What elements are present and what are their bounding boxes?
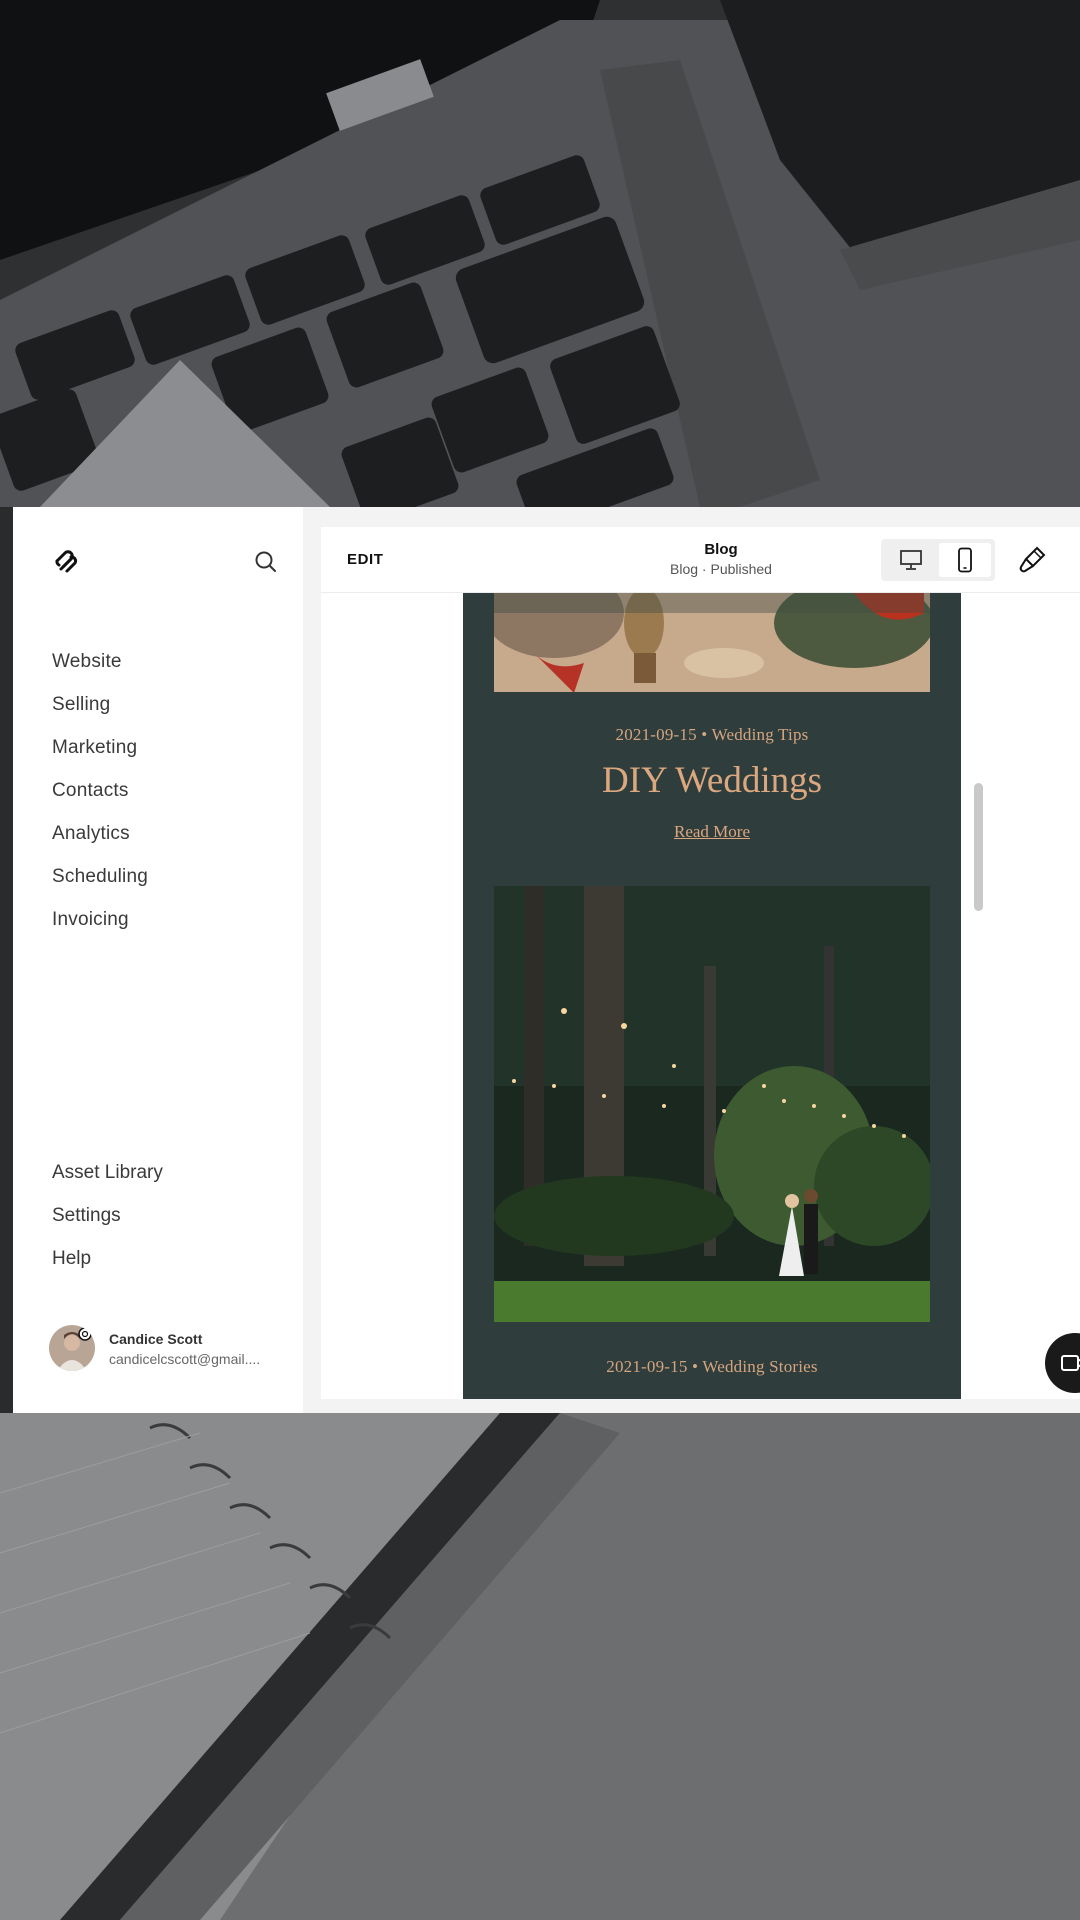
video-record-button[interactable] — [1045, 1333, 1080, 1393]
editor-area: EDIT Blog Blog · Published 2021-09-15 • … — [303, 507, 1080, 1413]
user-account[interactable]: Candice Scott candicelcscott@gmail.... — [49, 1325, 289, 1375]
main-nav: Website Selling Marketing Contacts Analy… — [52, 651, 148, 952]
secondary-nav: Asset Library Settings Help — [52, 1162, 163, 1291]
post-title[interactable]: DIY Weddings — [463, 759, 961, 802]
nav-item-invoicing[interactable]: Invoicing — [52, 909, 148, 952]
nav-item-marketing[interactable]: Marketing — [52, 737, 148, 780]
device-toggle — [881, 539, 995, 581]
nav-item-asset-library[interactable]: Asset Library — [52, 1162, 163, 1205]
nav-item-scheduling[interactable]: Scheduling — [52, 866, 148, 909]
squarespace-app-window: Website Selling Marketing Contacts Analy… — [13, 507, 1080, 1413]
editor-toolbar: EDIT Blog Blog · Published — [321, 527, 1080, 593]
nav-item-contacts[interactable]: Contacts — [52, 780, 148, 823]
background-photo-bottom — [0, 1413, 1080, 1920]
edit-button[interactable]: EDIT — [347, 551, 384, 568]
post-image-forest-wedding[interactable] — [494, 886, 930, 1322]
squarespace-logo-icon[interactable] — [51, 547, 81, 577]
user-email: candicelcscott@gmail.... — [109, 1351, 261, 1367]
preview-scrollbar-thumb[interactable] — [974, 783, 983, 911]
mobile-icon — [958, 547, 972, 573]
page-status: Blog · Published — [670, 561, 772, 577]
background-photo-top — [0, 0, 1080, 507]
video-camera-icon — [1061, 1355, 1080, 1371]
brush-icon — [1019, 546, 1046, 573]
nav-item-help[interactable]: Help — [52, 1248, 163, 1291]
read-more-link-wrapper: Read More — [463, 822, 961, 842]
notebook-illustration — [0, 1413, 1080, 1920]
avatar[interactable] — [49, 1325, 95, 1371]
post-meta: 2021-09-15 • Wedding Tips — [615, 725, 809, 744]
user-name: Candice Scott — [109, 1331, 203, 1347]
laptop-keyboard-illustration — [0, 0, 1080, 507]
desktop-view-button[interactable] — [885, 543, 937, 577]
mobile-site-preview[interactable]: 2021-09-15 • Wedding Tips DIY Weddings R… — [463, 593, 961, 1399]
desktop-icon — [900, 550, 922, 570]
post-meta-2: 2021-09-15 • Wedding Stories — [606, 1357, 818, 1376]
sidebar: Website Selling Marketing Contacts Analy… — [13, 507, 303, 1413]
page-title: Blog — [704, 541, 738, 558]
preview-canvas: 2021-09-15 • Wedding Tips DIY Weddings R… — [321, 593, 1080, 1399]
mobile-view-button[interactable] — [939, 543, 991, 577]
search-icon[interactable] — [253, 549, 279, 575]
post-image-table-setting[interactable] — [494, 593, 930, 692]
nav-item-selling[interactable]: Selling — [52, 694, 148, 737]
nav-item-website[interactable]: Website — [52, 651, 148, 694]
nav-item-settings[interactable]: Settings — [52, 1205, 163, 1248]
nav-item-analytics[interactable]: Analytics — [52, 823, 148, 866]
read-more-link[interactable]: Read More — [674, 822, 750, 841]
design-brush-button[interactable] — [1017, 545, 1047, 575]
